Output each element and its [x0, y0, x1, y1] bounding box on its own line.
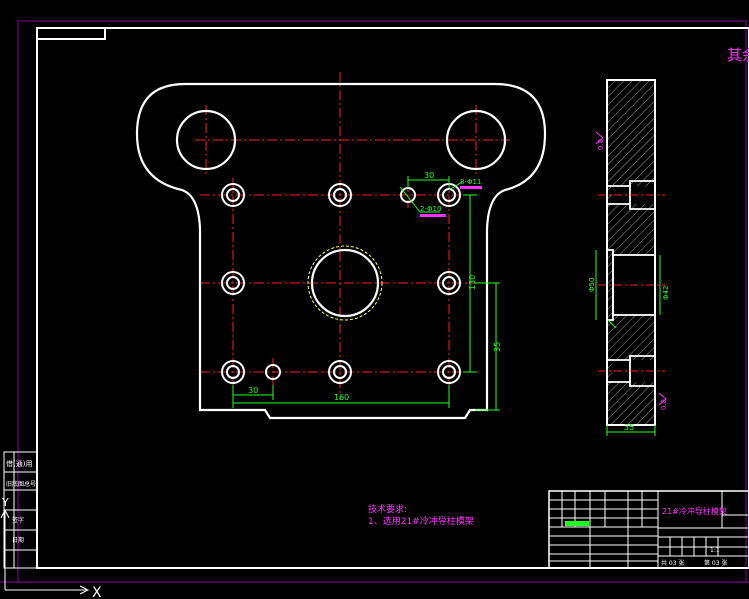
callout-marker-1 — [460, 186, 482, 189]
dim-160: 160 — [334, 393, 349, 402]
scale: 1:1 — [710, 547, 720, 554]
cad-drawing-canvas[interactable]: 借(通)用 旧底图总号 签字 日期 X Y 30 8-Φ11 2-Φ10 130… — [0, 0, 749, 599]
left-strip-label-0: 借(通)用 — [6, 459, 32, 468]
drawing-name: 21#冷冲导柱模架 — [662, 506, 727, 516]
dim-130: 130 — [468, 275, 477, 290]
dim-hole-callout-2: 2-Φ10 — [420, 205, 441, 213]
sheet-number: 第 03 张 — [704, 559, 727, 567]
dim-35-vertical: 35 — [493, 342, 502, 352]
left-strip-label-1: 旧底图总号 — [6, 480, 36, 488]
callout-marker-2 — [420, 214, 446, 217]
surface-finish-top: 0.8 — [597, 139, 605, 150]
tech-req-heading: 技术要求: — [368, 503, 407, 515]
dim-30-top: 30 — [424, 171, 434, 180]
left-strip-label-2: 签字 — [12, 516, 24, 524]
dim-30-bottom: 30 — [248, 386, 258, 395]
svg-text:X: X — [92, 585, 102, 599]
dim-d42: Φ42 — [662, 286, 670, 300]
title-block-marker — [565, 521, 589, 526]
dim-d50: Φ50 — [588, 278, 596, 292]
sheet-total: 共 03 张 — [661, 559, 684, 567]
svg-text:Y: Y — [1, 496, 9, 509]
dim-thickness: 35 — [624, 423, 634, 432]
remaining-roughness-note: 其余 — [727, 46, 749, 64]
left-strip-label-3: 日期 — [12, 536, 24, 544]
dim-hole-callout-1: 8-Φ11 — [460, 178, 481, 186]
tech-req-line1: 1、选用21#冷冲导柱模架 — [368, 515, 474, 527]
